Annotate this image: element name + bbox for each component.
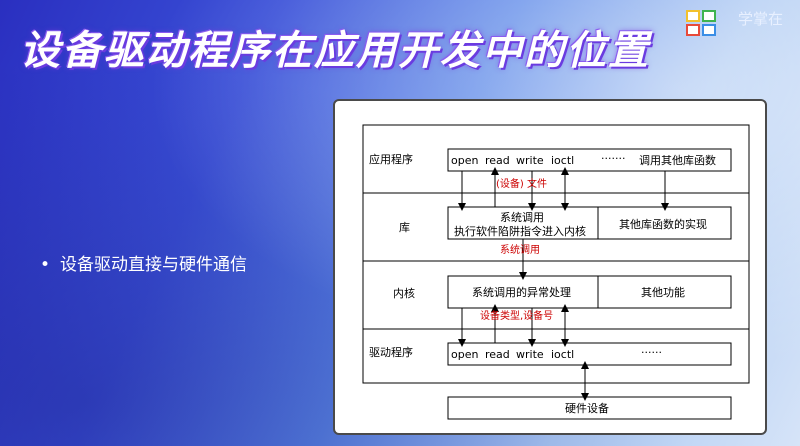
- annotation-device-type: 设备类型,设备号: [480, 309, 553, 322]
- annotation-device-file: (设备) 文件: [496, 177, 547, 190]
- app-call-more: ·······: [601, 152, 625, 165]
- bullet-item: • 设备驱动直接与硬件通信: [40, 250, 247, 275]
- diagram-panel: 应用程序 库 内核 驱动程序 open read write ioctl ···…: [333, 99, 767, 435]
- lib-syscall-line1: 系统调用: [500, 211, 544, 224]
- lib-other-text: 其他库函数的实现: [619, 217, 707, 231]
- bullet-text: 设备驱动直接与硬件通信: [60, 255, 248, 275]
- driver-call-open: open: [451, 348, 478, 361]
- app-call-open: open: [451, 154, 478, 167]
- kernel-exception-text: 系统调用的异常处理: [472, 285, 571, 299]
- annotation-syscall: 系统调用: [500, 243, 540, 256]
- slide-title: 设备驱动程序在应用开发中的位置: [20, 28, 650, 74]
- driver-call-write: write: [516, 348, 544, 361]
- architecture-diagram: 应用程序 库 内核 驱动程序 open read write ioctl ···…: [362, 124, 750, 420]
- driver-call-ioctl: ioctl: [551, 348, 574, 361]
- app-other-libs: 调用其他库函数: [639, 154, 716, 167]
- layer-label-app: 应用程序: [369, 152, 413, 166]
- layer-label-driver: 驱动程序: [369, 345, 413, 359]
- hardware-text: 硬件设备: [565, 401, 609, 415]
- layer-label-kernel: 内核: [393, 286, 415, 300]
- layer-label-lib: 库: [399, 221, 410, 234]
- kernel-other-text: 其他功能: [641, 285, 685, 299]
- app-call-ioctl: ioctl: [551, 154, 574, 167]
- driver-call-read: read: [485, 348, 510, 361]
- bullet-dot: •: [40, 255, 51, 275]
- lib-syscall-line2: 执行软件陷阱指令进入内核: [454, 224, 586, 238]
- driver-call-more: ······: [641, 346, 662, 359]
- app-call-read: read: [485, 154, 510, 167]
- app-call-write: write: [516, 154, 544, 167]
- logo-text: 学掌在: [738, 10, 784, 28]
